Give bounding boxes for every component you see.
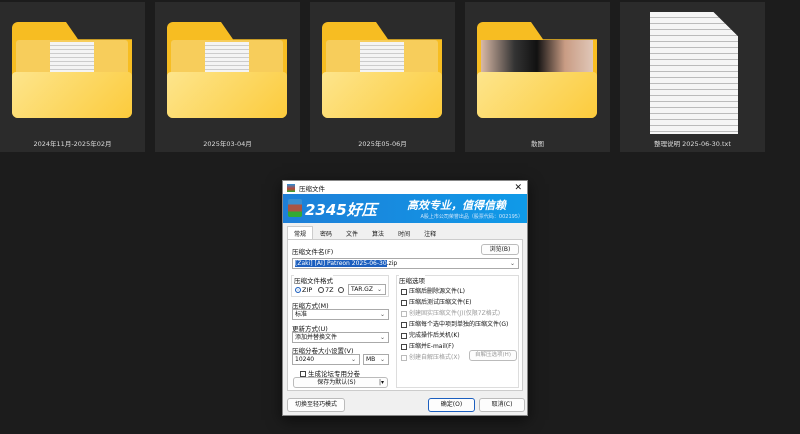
option-delete-source[interactable]: 压缩后删除源文件(L) [401,286,465,295]
filename-input[interactable]: [Zaki] [AI] Patreon 2025-06-30.zip ⌄ [292,258,519,269]
general-panel: 压缩文件名(F) 浏览(B) [Zaki] [AI] Patreon 2025-… [287,239,523,391]
split-size-input[interactable]: 10240 ⌄ [292,354,360,365]
image-folder-icon [477,22,597,118]
option-separate-archives[interactable]: 压缩每个选中项到单独的压缩文件(G) [401,319,508,328]
format-group: 压缩文件格式 ZIP 7Z TAR.GZ ⌄ [291,275,389,297]
format-zip-radio[interactable]: ZIP [295,286,312,294]
text-file-icon [650,12,738,134]
dialog-title: 压缩文件 [299,184,325,193]
close-button[interactable]: ✕ [514,183,522,193]
banner-logo: 2345好压 [305,201,377,219]
folder-icon [167,22,287,118]
options-group: 压缩选项 压缩后删除源文件(L) 压缩后测试压缩文件(E) 创建固实压缩文件(J… [396,275,519,388]
format-label: 压缩文件格式 [294,275,333,285]
option-sfx[interactable]: 创建自解压格式(X) [401,352,460,361]
folder-tile[interactable]: 2025年05-06月 [310,2,455,152]
option-email[interactable]: 压缩并E-mail(F) [401,341,454,350]
folder-tile[interactable]: 2025年03-04月 [155,2,300,152]
banner-slogan: 高效专业，值得信赖 [407,199,506,212]
ok-button[interactable]: 确定(O) [428,398,475,412]
folder-tile[interactable]: 2024年11月-2025年02月 [0,2,145,152]
save-default-button[interactable]: 保存为默认(S) |▾ [293,377,388,388]
filename-label: 压缩文件名(F) [292,248,334,256]
method-select[interactable]: 标准 ⌄ [292,309,389,320]
cancel-button[interactable]: 取消(C) [479,398,525,412]
sfx-options-button[interactable]: 自解压选项(H) [469,350,517,361]
options-label: 压缩选项 [399,275,425,285]
filename-selected-text: [Zaki] [AI] Patreon 2025-06-30 [295,260,387,267]
option-shutdown[interactable]: 完成操作后关机(K) [401,330,460,339]
chevron-down-icon[interactable]: ⌄ [510,259,515,268]
file-name: 2025年03-04月 [203,140,252,148]
file-name: 2025年05-06月 [358,140,407,148]
folder-tile[interactable]: 散图 [465,2,610,152]
banner-sub: A股上市公司荣誉出品（股票代码：002195） [420,214,523,220]
file-name: 整理说明 2025-06-30.txt [654,140,731,148]
split-unit-select[interactable]: MB ⌄ [363,354,389,365]
file-name: 2024年11月-2025年02月 [33,140,112,148]
update-select[interactable]: 添加并替换文件 ⌄ [292,332,389,343]
compress-dialog: 压缩文件 ✕ 2345好压 高效专业，值得信赖 A股上市公司荣誉出品（股票代码：002… [282,180,528,416]
file-tile[interactable]: 整理说明 2025-06-30.txt [620,2,765,152]
folder-icon [322,22,442,118]
format-other-select[interactable]: TAR.GZ ⌄ [348,284,386,295]
switch-mode-button[interactable]: 切换至轻巧模式 [287,398,345,412]
title-bar: 压缩文件 ✕ [283,181,527,194]
banner: 2345好压 高效专业，值得信赖 A股上市公司荣誉出品（股票代码：002195） [283,194,527,223]
dropdown-arrow-icon[interactable]: |▾ [379,378,384,387]
option-test-archive[interactable]: 压缩后测试压缩文件(E) [401,297,471,306]
file-name: 散图 [531,140,544,148]
filename-ext: .zip [386,260,398,267]
logo-icon [288,199,302,217]
folder-icon [12,22,132,118]
app-icon [287,183,295,192]
format-7z-radio[interactable]: 7Z [318,286,334,294]
format-other-radio[interactable] [338,286,345,294]
browse-button[interactable]: 浏览(B) [481,244,519,255]
option-solid-archive[interactable]: 创建固实压缩文件(J)(仅限7Z格式) [401,308,500,317]
